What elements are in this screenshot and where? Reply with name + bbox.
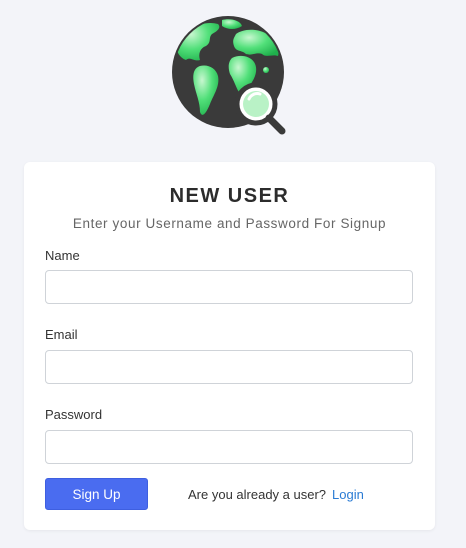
password-label: Password <box>45 407 103 422</box>
email-label: Email <box>45 327 78 342</box>
sign-up-button[interactable]: Sign Up <box>45 478 148 510</box>
form-title: NEW USER <box>169 185 290 207</box>
signup-card: NEW USER Enter your Username and Passwor… <box>24 162 435 530</box>
name-field[interactable] <box>45 270 413 304</box>
already-user-label: Are you already a user? <box>188 487 327 502</box>
globe-search-icon <box>170 14 290 138</box>
email-field[interactable] <box>45 350 413 384</box>
login-link[interactable]: Login <box>332 487 364 502</box>
form-subtitle: Enter your Username and Password For Sig… <box>72 216 387 231</box>
password-field[interactable] <box>45 430 413 464</box>
already-user-text: Are you already a user? Login <box>188 487 364 502</box>
name-label: Name <box>45 248 80 263</box>
